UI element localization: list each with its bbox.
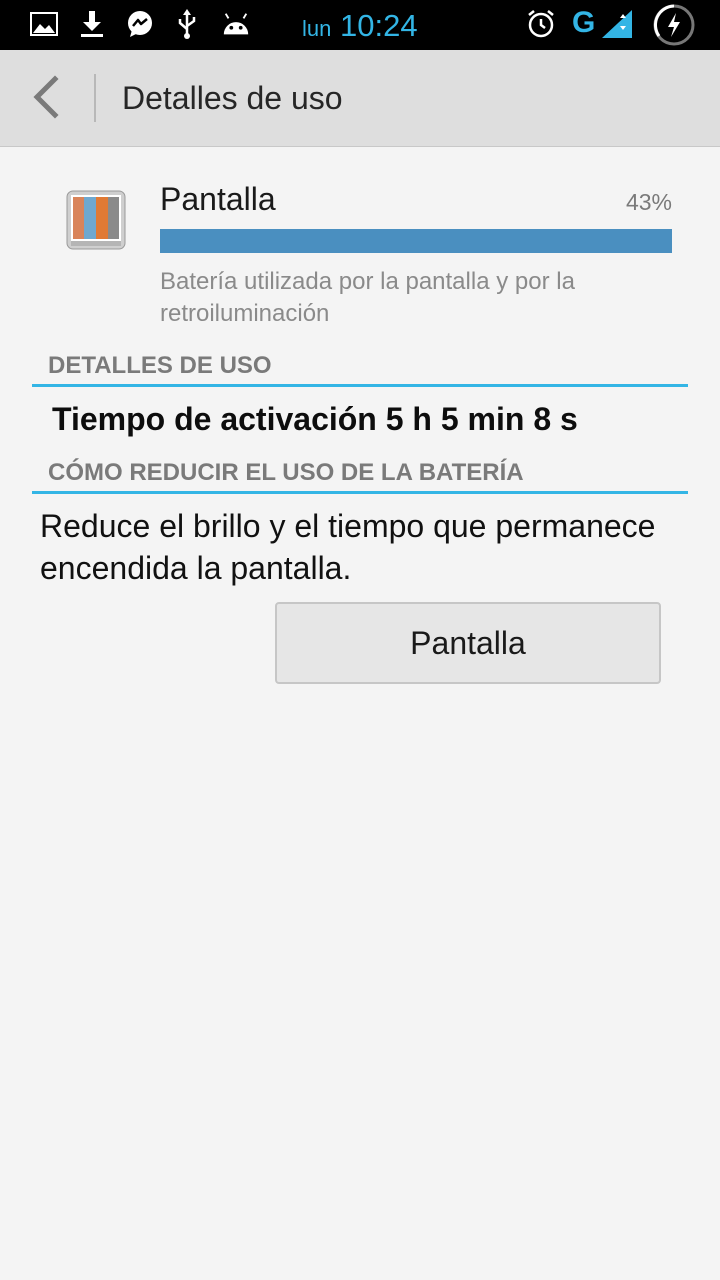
section-header-usage-details: DETALLES DE USO [32,344,688,387]
app-name: Pantalla [160,181,276,217]
app-description: Batería utilizada por la pantalla y por … [160,268,575,327]
alarm-icon [526,9,556,39]
status-bar: lun 10:24 G [0,0,720,50]
usage-progress-fill [160,229,672,253]
usage-progress-bar [160,229,672,253]
image-icon [29,9,59,39]
page-title: Detalles de uso [122,80,343,116]
action-bar-divider [94,74,96,122]
section-header-reduce-usage: CÓMO REDUCIR EL USO DE LA BATERÍA [32,451,688,494]
status-time: 10:24 [340,8,418,43]
usage-percent: 43% [625,189,672,215]
messenger-icon [125,9,155,39]
signal-icon [600,9,634,39]
action-bar: Detalles de uso [0,50,720,147]
display-settings-icon [66,190,126,250]
android-icon [221,9,251,39]
active-time: Tiempo de activación 5 h 5 min 8 s [52,401,578,437]
status-day: lun [302,16,332,41]
tip-text: Reduce el brillo y el tiempo que permane… [40,508,656,586]
network-type: G [572,6,596,39]
chevron-left-icon [31,74,61,124]
battery-charging-icon [650,3,698,47]
section-title: CÓMO REDUCIR EL USO DE LA BATERÍA [48,459,524,486]
download-icon [77,9,107,39]
section-title: DETALLES DE USO [48,352,272,379]
display-settings-button[interactable]: Pantalla [275,602,661,684]
usb-icon [172,9,202,39]
back-button[interactable] [14,68,78,130]
